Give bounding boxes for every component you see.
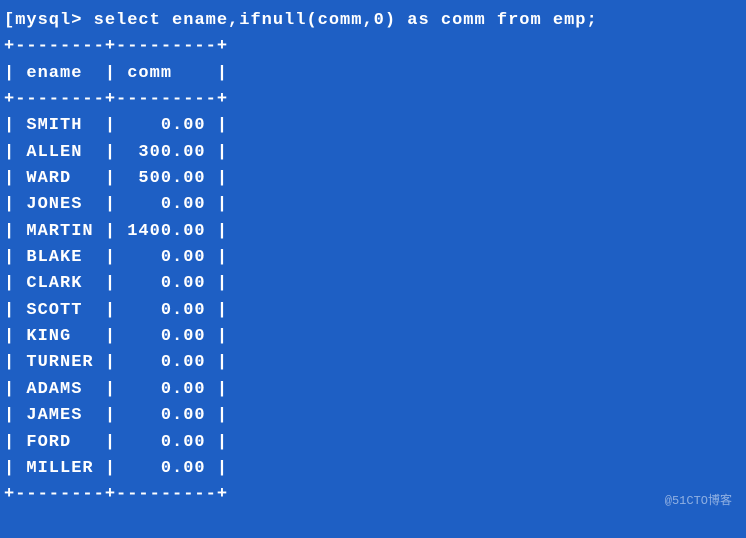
table-row: | MARTIN | 1400.00 |: [4, 219, 742, 245]
table-row: | SMITH | 0.00 |: [4, 113, 742, 139]
table-row: | FORD | 0.00 |: [4, 430, 742, 456]
table-border-top: +--------+---------+: [4, 34, 742, 60]
table-header-row: | ename | comm |: [4, 61, 742, 87]
table-row: | BLAKE | 0.00 |: [4, 245, 742, 271]
table-row: | ADAMS | 0.00 |: [4, 377, 742, 403]
table-row: | MILLER | 0.00 |: [4, 456, 742, 482]
table-body: | SMITH | 0.00 || ALLEN | 300.00 || WARD…: [4, 113, 742, 482]
table-row: | SCOTT | 0.00 |: [4, 298, 742, 324]
table-row: | JONES | 0.00 |: [4, 192, 742, 218]
watermark: @51CTO博客: [665, 491, 732, 508]
table-row: | TURNER | 0.00 |: [4, 350, 742, 376]
prompt-bracket: [: [4, 11, 15, 30]
table-row: | JAMES | 0.00 |: [4, 403, 742, 429]
prompt-line[interactable]: [mysql> select ename,ifnull(comm,0) as c…: [4, 8, 742, 34]
table-row: | KING | 0.00 |: [4, 324, 742, 350]
prompt-label: mysql>: [15, 11, 93, 30]
table-border-bottom: +--------+---------+: [4, 482, 742, 508]
table-row: | ALLEN | 300.00 |: [4, 140, 742, 166]
table-row: | WARD | 500.00 |: [4, 166, 742, 192]
table-row: | CLARK | 0.00 |: [4, 271, 742, 297]
sql-query: select ename,ifnull(comm,0) as comm from…: [94, 11, 598, 30]
table-border-mid: +--------+---------+: [4, 87, 742, 113]
